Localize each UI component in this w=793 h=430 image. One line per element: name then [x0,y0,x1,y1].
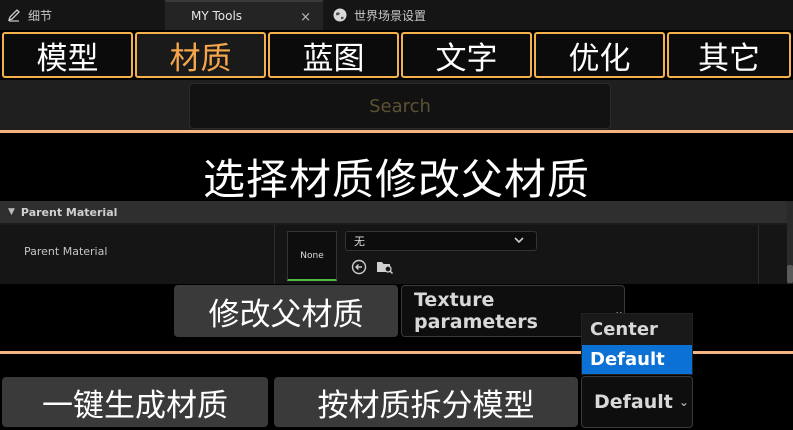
section-title: 选择材质修改父材质 [202,155,590,204]
pivot-dropdown[interactable]: Default ⌄ [581,376,693,428]
collapse-triangle-icon[interactable]: ▼ [8,207,15,217]
search-input[interactable]: Search [189,83,611,129]
tab-my-tools[interactable]: MY Tools × [165,0,323,30]
tab-my-tools-label: MY Tools [191,9,243,23]
scrollbar-thumb[interactable] [787,265,793,283]
tab-world-label: 世界场景设置 [354,8,427,23]
tab-details[interactable]: 细节 [6,0,52,30]
pivot-dropdown-value: Default [594,391,673,413]
parent-material-row: Parent Material None 无 [0,225,787,284]
browse-folder-icon[interactable] [376,258,394,276]
category-other-button[interactable]: 其它 [667,32,791,78]
menu-option-center[interactable]: Center [582,315,692,344]
tab-world-settings[interactable]: 世界场景设置 [332,0,426,30]
category-optimize-button[interactable]: 优化 [534,32,665,78]
divider-line [0,130,793,133]
category-model-button[interactable]: 模型 [2,32,133,78]
globe-icon [332,7,348,23]
parent-material-panel: ▼ Parent Material Parent Material None 无 [0,201,793,284]
category-text-button[interactable]: 文字 [401,32,532,78]
modify-parent-material-button[interactable]: 修改父材质 [174,285,398,337]
menu-option-default[interactable]: Default [582,345,692,374]
column-divider [758,225,759,284]
category-bar: 模型 材质 蓝图 文字 优化 其它 [0,30,793,80]
tab-details-label: 细节 [28,8,53,23]
pencil-icon [6,7,22,23]
material-thumbnail[interactable]: None [287,231,337,281]
panel-header-label: Parent Material [20,205,118,219]
category-material-button[interactable]: 材质 [135,32,266,78]
parent-material-combo[interactable]: 无 [345,231,537,251]
split-model-by-material-button[interactable]: 按材质拆分模型 [274,377,578,427]
texture-dropdown-value: Texture parameters [414,289,538,333]
parent-material-label: Parent Material [24,245,108,258]
one-click-generate-material-button[interactable]: 一键生成材质 [2,377,268,427]
combo-value: 无 [354,235,365,248]
chevron-down-icon: ⌄ [678,395,689,409]
use-selected-icon[interactable] [350,258,368,276]
chevron-down-icon [514,234,524,248]
search-area: Search [0,80,793,130]
category-blueprint-button[interactable]: 蓝图 [268,32,399,78]
tab-bar: 细节 MY Tools × 世界场景设置 [0,0,793,30]
column-divider [274,225,275,284]
close-icon[interactable]: × [300,10,311,25]
pivot-options-menu: Center Default [581,313,693,375]
panel-header[interactable]: ▼ Parent Material [0,201,787,223]
